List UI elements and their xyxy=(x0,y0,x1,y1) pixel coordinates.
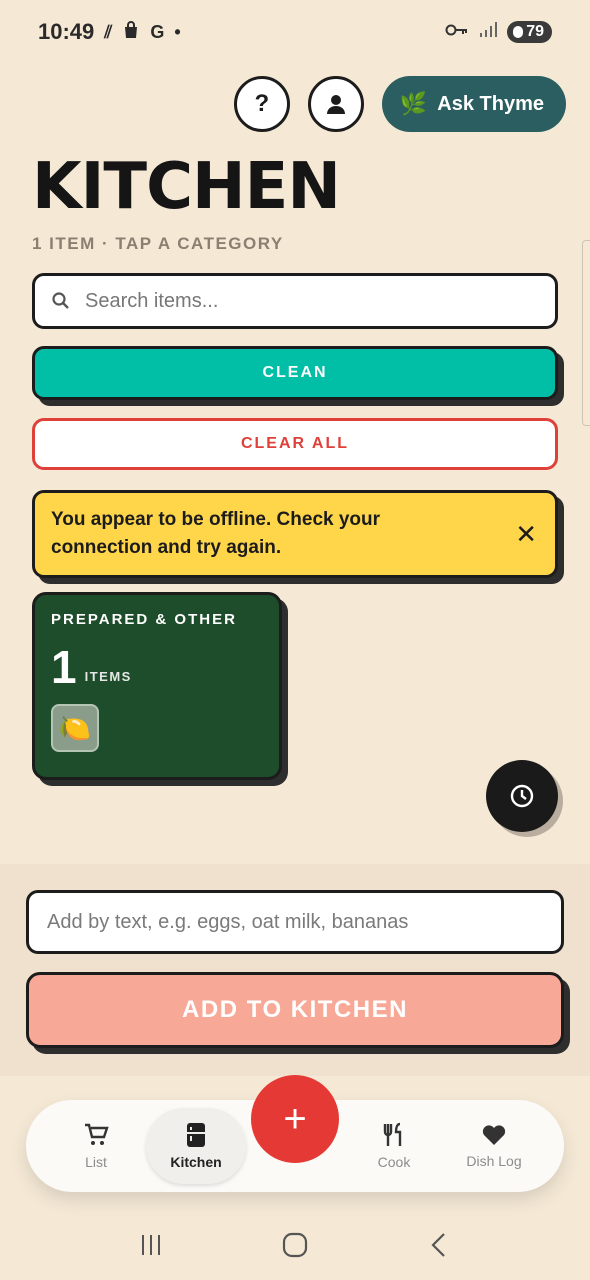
system-nav-bar xyxy=(0,1210,590,1280)
clean-button[interactable]: CLEAN xyxy=(32,346,558,400)
add-to-kitchen-button[interactable]: ADD TO KITCHEN xyxy=(26,972,564,1048)
google-icon: G xyxy=(150,21,165,42)
leaf-icon: 🌿 xyxy=(399,91,428,116)
vpn-key-icon xyxy=(445,23,469,42)
status-bar: 10:49 ⫽ G • 79 xyxy=(0,0,590,64)
fridge-icon xyxy=(187,1123,205,1147)
nav-item-list[interactable]: List xyxy=(46,1100,146,1192)
data-saver-icon: ⫽ xyxy=(104,21,113,42)
cart-icon xyxy=(85,1123,109,1145)
status-left: 10:49 ⫽ G • xyxy=(38,19,181,45)
nav-item-kitchen[interactable]: Kitchen xyxy=(146,1108,246,1184)
status-time: 10:49 xyxy=(38,19,95,44)
battery-level: 79 xyxy=(526,23,544,40)
history-button[interactable] xyxy=(486,760,558,832)
page-title: KITCHEN xyxy=(32,150,341,224)
add-item-input[interactable] xyxy=(47,910,547,934)
plus-icon: + xyxy=(283,1096,307,1141)
category-count-row: 1 ITEMS xyxy=(51,644,263,690)
lemon-icon[interactable]: 🍋 xyxy=(51,704,99,752)
heart-icon xyxy=(482,1125,506,1145)
help-icon: ? xyxy=(254,90,270,117)
notification-dot-icon: • xyxy=(174,21,181,42)
ask-thyme-button[interactable]: 🌿 Ask Thyme xyxy=(381,76,566,132)
add-item-field[interactable] xyxy=(26,890,564,954)
nav-label-cook: Cook xyxy=(377,1154,411,1170)
home-icon[interactable] xyxy=(281,1231,309,1259)
page-subtitle: 1 ITEM · TAP A CATEGORY xyxy=(32,234,284,253)
search-icon xyxy=(52,292,69,309)
utensils-icon xyxy=(383,1122,402,1146)
search-input[interactable] xyxy=(85,289,525,313)
offline-banner: You appear to be offline. Check your con… xyxy=(32,490,558,578)
offline-message: You appear to be offline. Check your con… xyxy=(51,509,381,558)
help-button[interactable]: ? xyxy=(233,76,290,132)
battery-icon xyxy=(513,26,524,38)
shopping-bag-icon xyxy=(122,20,140,44)
clock-icon xyxy=(510,784,534,808)
nav-label-dish-log: Dish Log xyxy=(466,1153,522,1169)
search-box[interactable] xyxy=(32,273,558,329)
user-icon xyxy=(326,95,345,114)
close-icon[interactable]: ✕ xyxy=(515,519,537,550)
add-panel: ADD TO KITCHEN xyxy=(0,864,590,1076)
recent-apps-icon[interactable] xyxy=(138,1232,164,1258)
profile-button[interactable] xyxy=(307,76,364,132)
top-actions: ? 🌿 Ask Thyme xyxy=(233,76,566,132)
category-name: PREPARED & OTHER xyxy=(51,611,237,628)
ask-thyme-label: Ask Thyme xyxy=(437,92,544,115)
category-count: 1 xyxy=(51,641,77,693)
scrollbar[interactable] xyxy=(582,240,590,426)
category-card-prepared-other[interactable]: PREPARED & OTHER 1 ITEMS 🍋 xyxy=(32,592,282,780)
nav-item-cook[interactable]: Cook xyxy=(344,1100,444,1192)
status-right: 79 xyxy=(445,21,552,43)
add-fab-button[interactable]: + xyxy=(251,1075,339,1163)
battery-indicator: 79 xyxy=(507,21,552,43)
back-icon[interactable] xyxy=(426,1232,452,1258)
nav-item-dish-log[interactable]: Dish Log xyxy=(444,1100,544,1192)
nav-label-kitchen: Kitchen xyxy=(170,1154,222,1170)
nav-label-list: List xyxy=(85,1154,107,1170)
category-count-label: ITEMS xyxy=(84,669,132,684)
clear-all-button[interactable]: CLEAR ALL xyxy=(32,418,558,470)
signal-icon xyxy=(479,21,498,43)
